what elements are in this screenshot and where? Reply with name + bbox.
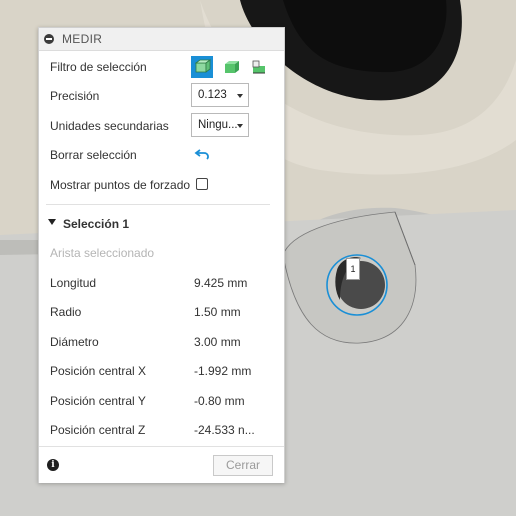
measurement-value: 3.00 mm [194,335,241,349]
measurement-label: Radio [50,305,82,319]
chevron-down-icon [237,124,243,128]
measurement-value: -24.533 n... [194,423,255,437]
measurement-label: Diámetro [50,335,99,349]
clear-selection-label: Borrar selección [50,148,137,162]
panel-footer: i Cerrar [39,446,284,483]
panel-title: MEDIR [62,32,103,46]
snap-points-label: Mostrar puntos de forzado [50,178,191,192]
selection-marker: 1 [346,258,360,280]
precision-label: Precisión [50,89,100,103]
divider [46,204,270,205]
close-button[interactable]: Cerrar [213,455,273,476]
measurement-label: Posición central X [50,364,147,378]
selection-header[interactable]: Selección 1 [63,217,129,231]
measurement-value: 9.425 mm [194,276,248,290]
precision-select[interactable]: 0.123 [191,83,249,107]
measure-panel: MEDIR Filtro de selección Precisión 0.12… [38,27,285,483]
collapse-icon[interactable] [44,34,54,44]
undo-arrow-icon[interactable] [194,146,212,162]
measurement-value: -0.80 mm [194,394,245,408]
panel-header: MEDIR [39,28,284,51]
measurement-value: -1.992 mm [194,364,252,378]
precision-value: 0.123 [198,89,227,101]
measurement-value: 1.50 mm [194,305,241,319]
measurement-label: Posición central Z [50,423,146,437]
face-select-icon[interactable] [221,57,241,77]
selected-type: Arista seleccionado [50,246,155,260]
chevron-down-icon [237,94,243,98]
filter-label: Filtro de selección [50,60,147,74]
snap-points-checkbox[interactable] [196,178,208,190]
measurement-label: Posición central Y [50,394,146,408]
body-select-icon[interactable] [191,56,213,78]
edge-select-icon[interactable] [249,57,269,77]
secondary-units-select[interactable]: Ningu... [191,113,249,137]
measurement-label: Longitud [50,276,97,290]
expand-triangle-icon[interactable] [48,219,56,225]
info-icon[interactable]: i [47,459,59,471]
secondary-units-value: Ningu... [198,119,238,131]
secondary-units-label: Unidades secundarias [50,119,169,133]
